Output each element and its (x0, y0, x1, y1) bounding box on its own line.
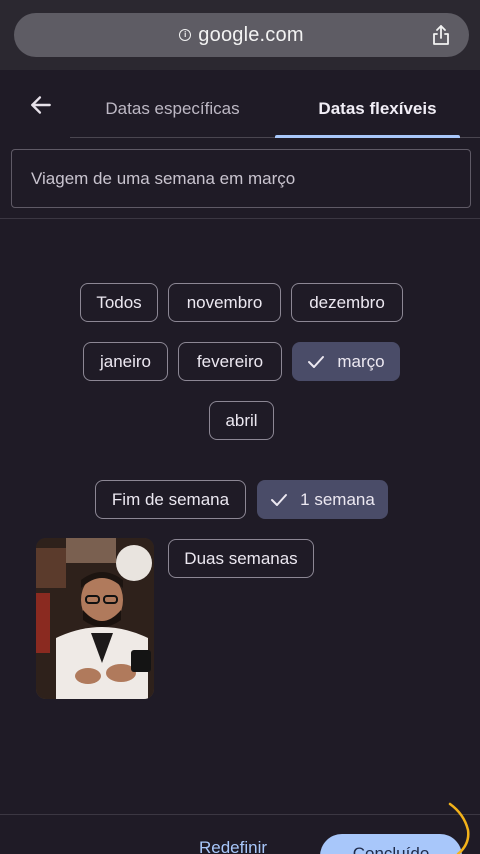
duration-chip-weekend[interactable]: Fim de semana (95, 480, 246, 519)
check-icon (308, 355, 325, 368)
chip-label: dezembro (309, 292, 385, 312)
done-button-label: Concluído (352, 844, 430, 854)
browser-toolbar: i google.com (0, 0, 480, 70)
month-chip-all[interactable]: Todos (80, 283, 158, 322)
url-text: google.com (198, 23, 304, 46)
reset-button[interactable]: Redefinir (188, 838, 278, 854)
chip-label: novembro (186, 292, 263, 312)
presenter-video-overlay (36, 538, 154, 699)
chip-label: Todos (96, 292, 142, 312)
chip-label: abril (225, 410, 258, 430)
annotation-stroke (448, 802, 470, 854)
month-chip-april[interactable]: abril (209, 401, 274, 440)
tab-specific-dates[interactable]: Datas específicas (70, 80, 275, 137)
month-chip-february[interactable]: fevereiro (178, 342, 282, 381)
tab-flexible-dates[interactable]: Datas flexíveis (275, 80, 480, 138)
chip-label: janeiro (99, 351, 152, 371)
duration-chip-two-weeks[interactable]: Duas semanas (168, 539, 314, 578)
url-display: i google.com (179, 23, 304, 47)
presenter-illustration (36, 538, 154, 699)
duration-chip-one-week[interactable]: 1 semana (257, 480, 388, 519)
back-arrow-icon[interactable] (28, 92, 54, 118)
month-chip-march[interactable]: março (292, 342, 400, 381)
section-divider (0, 218, 480, 219)
chip-label: Fim de semana (111, 489, 230, 509)
chip-label: fevereiro (196, 351, 264, 371)
address-bar[interactable]: i google.com (14, 13, 469, 57)
chip-label: Duas semanas (184, 548, 298, 568)
month-chip-december[interactable]: dezembro (291, 283, 403, 322)
footer-divider (0, 814, 480, 815)
chip-label: 1 semana (300, 489, 375, 509)
chip-label: março (337, 351, 385, 371)
check-icon (271, 493, 288, 506)
trip-description-value: Viagem de uma semana em março (31, 168, 296, 188)
month-chip-january[interactable]: janeiro (83, 342, 168, 381)
trip-description-input[interactable]: Viagem de uma semana em março (11, 149, 471, 208)
month-chip-november[interactable]: novembro (168, 283, 281, 322)
info-icon: i (179, 29, 192, 41)
share-icon[interactable] (429, 23, 453, 47)
date-mode-tabs: Datas específicas Datas flexíveis (70, 80, 480, 138)
